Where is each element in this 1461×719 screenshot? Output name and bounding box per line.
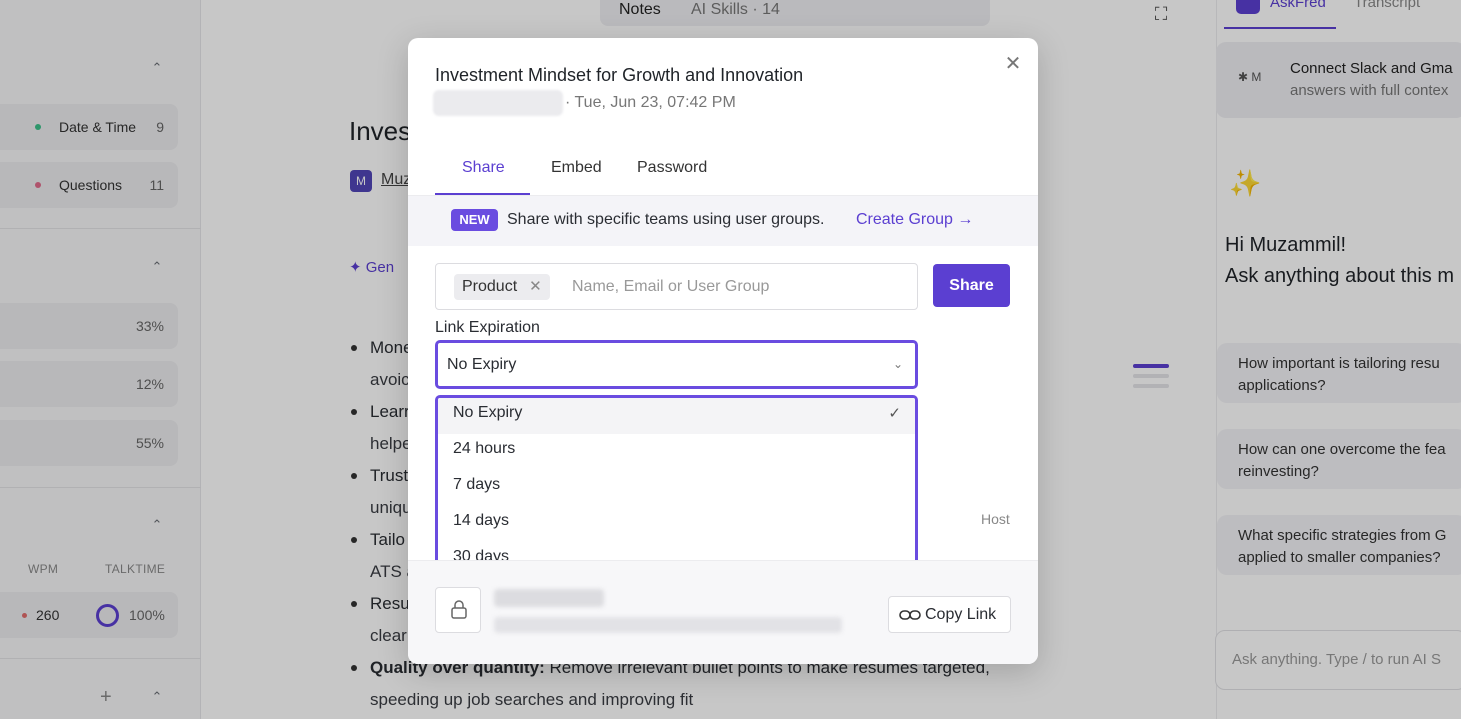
option-label: No Expiry [453,404,523,421]
link-expiration-label: Link Expiration [435,319,540,336]
lock-button[interactable] [435,587,481,633]
option-label: 7 days [453,476,501,493]
active-tab-underline [435,193,530,195]
option-24-hours[interactable]: 24 hours [438,434,915,470]
share-modal: Investment Mindset for Growth and Innova… [408,38,1038,664]
link-expiration-select[interactable]: No Expiry ⌄ [435,340,918,389]
new-badge: NEW [451,209,498,231]
chip-label: Product [462,278,518,295]
chevron-down-icon: ⌄ [892,357,903,371]
option-14-days[interactable]: 14 days [438,506,915,542]
redacted-access-description [494,617,842,633]
lock-icon [451,600,467,619]
meeting-date: · Tue, Jun 23, 07:42 PM [565,94,736,111]
option-no-expiry[interactable]: No Expiry ✓ [438,398,915,434]
share-recipient-input[interactable]: Product ✕ Name, Email or User Group [435,263,918,310]
share-input-placeholder: Name, Email or User Group [572,278,770,295]
select-value: No Expiry [447,356,517,373]
close-icon[interactable]: ✕ [1004,54,1022,74]
option-label: 24 hours [453,440,516,457]
copy-link-button[interactable]: Copy Link [888,596,1011,633]
option-7-days[interactable]: 7 days [438,470,915,506]
host-label: Host [981,511,1010,527]
option-label: 14 days [453,512,510,529]
modal-tabs: Share Embed Password [408,153,1038,196]
recipient-chip: Product ✕ [454,274,550,300]
remove-chip-icon[interactable]: ✕ [529,278,542,295]
tab-password[interactable]: Password [637,159,707,177]
check-icon: ✓ [888,405,901,422]
tab-embed[interactable]: Embed [551,159,602,177]
modal-title: Investment Mindset for Growth and Innova… [435,65,804,85]
redacted-access-title[interactable] [494,589,604,607]
link-icon [899,610,921,620]
arrow-right-icon: → [957,211,974,228]
link-expiration-dropdown: No Expiry ✓ 24 hours 7 days 14 days 30 d… [435,395,918,575]
user-groups-banner: NEW Share with specific teams using user… [408,196,1038,246]
share-button[interactable]: Share [933,264,1010,307]
create-group-label: Create Group [856,211,953,228]
tab-share[interactable]: Share [462,159,505,177]
create-group-link[interactable]: Create Group → [856,211,973,229]
access-footer: Copy Link [408,560,1038,664]
copy-link-label: Copy Link [925,606,997,623]
banner-text: Share with specific teams using user gro… [507,211,825,228]
redacted-name [433,90,563,116]
